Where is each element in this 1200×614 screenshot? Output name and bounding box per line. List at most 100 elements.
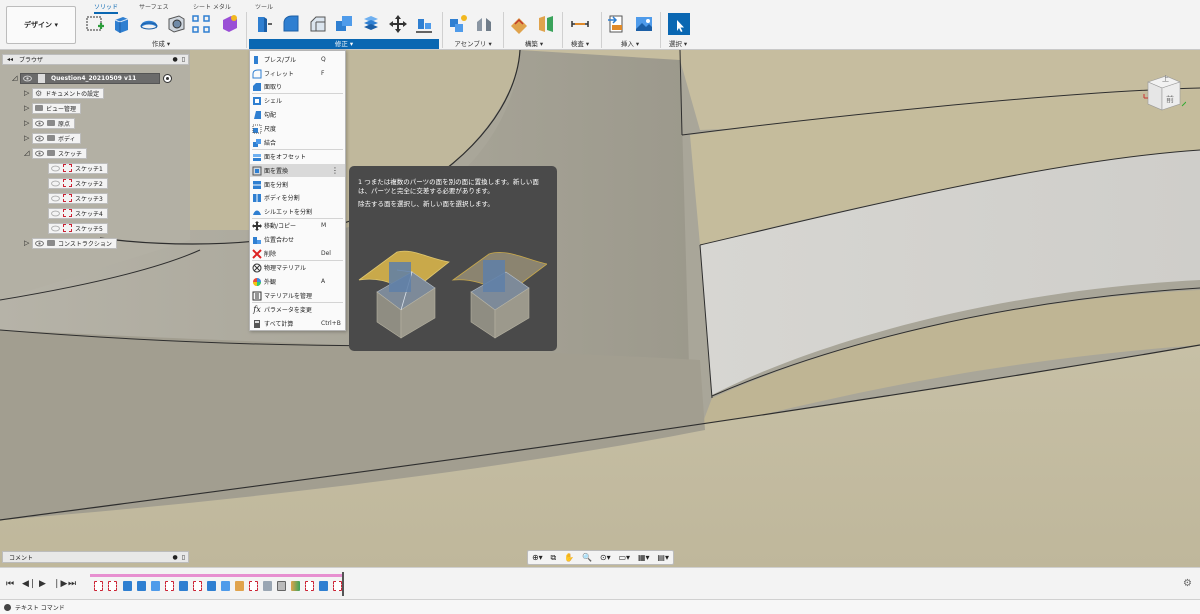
- grid-icon[interactable]: ▦▾: [638, 553, 650, 562]
- select-icon[interactable]: [668, 13, 690, 35]
- eye-icon[interactable]: [35, 120, 44, 127]
- measure-icon[interactable]: [570, 14, 590, 34]
- menu-item-appearance[interactable]: 外観 A: [250, 275, 345, 288]
- menu-item-draft[interactable]: 勾配: [250, 108, 345, 121]
- timeline-extrude-feature[interactable]: [179, 581, 188, 591]
- text-command-bar[interactable]: テキスト コマンド: [0, 599, 1200, 614]
- timeline-sketch-feature[interactable]: [108, 581, 117, 591]
- timeline-split-feature[interactable]: [263, 581, 272, 591]
- collapse-triangle-icon[interactable]: ◿: [24, 149, 32, 157]
- viewcube[interactable]: 上 前: [1142, 70, 1187, 114]
- tab-solid[interactable]: ソリッド: [94, 2, 119, 14]
- timeline-extrude-feature[interactable]: [207, 581, 216, 591]
- orbit-icon[interactable]: ⊕▾: [532, 553, 543, 562]
- tree-item-named-views[interactable]: ▷ ビュー管理: [24, 102, 82, 114]
- timeline-track[interactable]: [90, 574, 344, 596]
- expand-comments-icon[interactable]: ▯: [182, 554, 185, 561]
- tree-item-sketch[interactable]: スケッチ5: [48, 222, 108, 234]
- expand-triangle-icon[interactable]: ▷: [24, 104, 32, 112]
- canvas-viewport[interactable]: [0, 50, 1200, 567]
- display-settings-icon[interactable]: ▭▾: [618, 553, 630, 562]
- timeline-construct-feature[interactable]: [291, 581, 300, 591]
- modify-menu-button[interactable]: 修正 ▾: [249, 39, 439, 49]
- timeline-extrude-feature[interactable]: [123, 581, 132, 591]
- play-icon[interactable]: ▶: [39, 579, 46, 589]
- timeline-fillet-feature[interactable]: [151, 581, 160, 591]
- tab-sheet-metal[interactable]: シート メタル: [193, 2, 231, 11]
- pan-icon[interactable]: ✋: [564, 553, 574, 562]
- comments-panel[interactable]: コメント ● ▯: [2, 551, 189, 563]
- eye-icon[interactable]: [51, 195, 60, 202]
- menu-item-split-silhouette[interactable]: シルエットを分割: [250, 205, 345, 218]
- eye-icon[interactable]: [51, 225, 60, 232]
- eye-icon[interactable]: [51, 210, 60, 217]
- close-comments-icon[interactable]: ●: [172, 554, 177, 561]
- eye-icon[interactable]: [35, 135, 44, 142]
- menu-item-manage-materials[interactable]: マテリアルを管理: [250, 289, 345, 302]
- menu-item-combine[interactable]: 結合: [250, 136, 345, 149]
- select-menu[interactable]: 選択 ▾: [663, 39, 693, 49]
- timeline-sketch-feature[interactable]: [305, 581, 314, 591]
- activate-radio-icon[interactable]: [163, 73, 172, 83]
- align-icon[interactable]: [414, 14, 434, 34]
- menu-item-change-parameters[interactable]: fx パラメータを変更: [250, 303, 345, 316]
- menu-item-fillet[interactable]: フィレット F: [250, 67, 345, 80]
- step-back-icon[interactable]: ◀❘: [22, 579, 36, 589]
- tree-item-sketches[interactable]: ◿ スケッチ: [24, 147, 88, 159]
- menu-item-delete[interactable]: 削除 Del: [250, 247, 345, 260]
- timeline-sketch-feature[interactable]: [333, 581, 342, 591]
- pin-browser-icon[interactable]: ▯: [182, 56, 185, 63]
- menu-item-shell[interactable]: シェル: [250, 94, 345, 107]
- chamfer-icon[interactable]: [308, 14, 328, 34]
- create-form-icon[interactable]: [219, 14, 239, 34]
- tab-tools[interactable]: ツール: [255, 2, 273, 11]
- new-component-icon[interactable]: [448, 14, 468, 34]
- viewports-icon[interactable]: ▤▾: [657, 553, 669, 562]
- timeline-plane-feature[interactable]: [235, 581, 244, 591]
- timeline-sketch-feature[interactable]: [249, 581, 258, 591]
- inspect-menu[interactable]: 検査 ▾: [565, 39, 595, 49]
- timeline-settings-icon[interactable]: ⚙: [1183, 578, 1192, 589]
- fillet-icon[interactable]: [281, 14, 301, 34]
- menu-item-press-pull[interactable]: プレス/プル Q: [250, 53, 345, 66]
- more-options-icon[interactable]: ⋮: [331, 166, 339, 175]
- insert-menu[interactable]: 挿入 ▾: [610, 39, 650, 49]
- timeline-sketch-feature[interactable]: [94, 581, 103, 591]
- timeline-extrude-feature[interactable]: [319, 581, 328, 591]
- go-to-end-icon[interactable]: ⏭: [68, 579, 76, 589]
- expand-triangle-icon[interactable]: ▷: [24, 134, 32, 142]
- tab-surface[interactable]: サーフェス: [139, 2, 169, 11]
- offset-face-icon[interactable]: [361, 14, 381, 34]
- expand-triangle-icon[interactable]: ▷: [24, 89, 32, 97]
- tree-item-sketch[interactable]: スケッチ1: [48, 162, 108, 174]
- menu-item-split-body[interactable]: ボディを分割: [250, 191, 345, 204]
- menu-item-offset-face[interactable]: 面をオフセット: [250, 150, 345, 163]
- menu-item-replace-face[interactable]: 面を置換 ⋮: [250, 164, 345, 177]
- collapse-icon[interactable]: ◂◂: [7, 56, 13, 63]
- tree-item-document-settings[interactable]: ▷ ⚙ ドキュメントの設定: [24, 87, 105, 99]
- eye-icon[interactable]: [51, 180, 60, 187]
- timeline-shell-feature[interactable]: [277, 581, 286, 591]
- canvas-icon[interactable]: [634, 14, 654, 34]
- step-forward-icon[interactable]: ❘▶: [53, 579, 67, 589]
- zoom-icon[interactable]: ⊙▾: [600, 553, 611, 562]
- tree-root[interactable]: ◿ Question4_20210509 v11: [12, 72, 172, 84]
- close-browser-icon[interactable]: ●: [172, 56, 177, 63]
- tree-item-sketch[interactable]: スケッチ4: [48, 207, 108, 219]
- revolve-icon[interactable]: [139, 14, 159, 34]
- hole-icon[interactable]: [166, 14, 186, 34]
- timeline-sketch-feature[interactable]: [165, 581, 174, 591]
- offset-plane-icon[interactable]: [509, 14, 529, 34]
- plane-along-path-icon[interactable]: [536, 14, 556, 34]
- joint-icon[interactable]: [474, 14, 494, 34]
- expand-triangle-icon[interactable]: ▷: [24, 119, 32, 127]
- move-copy-icon[interactable]: [388, 14, 408, 34]
- tree-item-construction[interactable]: ▷ コンストラクション: [24, 237, 117, 249]
- construct-menu[interactable]: 構築 ▾: [514, 39, 554, 49]
- combine-icon[interactable]: [334, 14, 354, 34]
- timeline-extrude-feature[interactable]: [137, 581, 146, 591]
- zoom-window-icon[interactable]: 🔍: [582, 553, 592, 562]
- eye-icon[interactable]: [51, 165, 60, 172]
- expand-triangle-icon[interactable]: ▷: [24, 239, 32, 247]
- menu-item-move-copy[interactable]: 移動/コピー M: [250, 219, 345, 232]
